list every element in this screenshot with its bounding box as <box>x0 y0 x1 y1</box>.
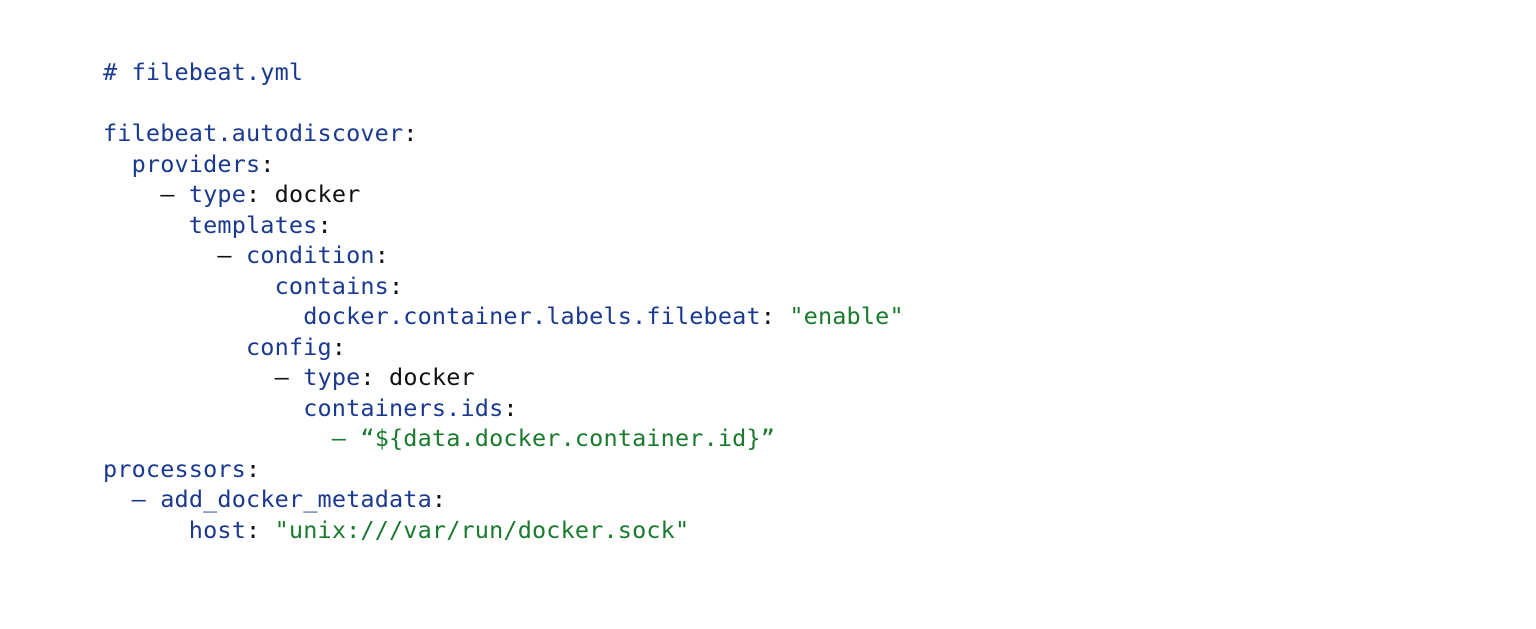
code-token-key: type <box>188 180 247 208</box>
code-token-indent <box>375 363 389 391</box>
code-token-indent <box>775 302 789 330</box>
code-token-indent <box>103 272 275 300</box>
code-token-indent <box>289 363 303 391</box>
yaml-code-block: # filebeat.yml filebeat.autodiscover: pr… <box>103 57 904 545</box>
code-token-indent <box>103 424 332 452</box>
code-token-punct: : <box>403 119 418 147</box>
code-token-punct: : <box>760 302 776 330</box>
code-line: templates: <box>103 210 904 241</box>
code-token-dash: – <box>160 180 175 208</box>
code-token-punct: : <box>260 149 275 178</box>
code-token-indent <box>103 516 189 544</box>
code-token-indent <box>103 302 303 330</box>
code-token-indent <box>103 363 275 391</box>
code-token-key: docker.container.labels.filebeat <box>303 302 761 330</box>
code-token-indent <box>103 150 132 178</box>
code-token-key: templates <box>188 210 318 239</box>
code-line: config: <box>103 332 904 363</box>
code-token-punct: : <box>331 332 347 361</box>
code-line: host: "unix:///var/run/docker.sock" <box>103 515 904 546</box>
code-token-punct: : <box>503 393 518 422</box>
code-line: containers.ids: <box>103 393 904 424</box>
code-line: – type: docker <box>103 179 904 210</box>
code-token-key: filebeat.autodiscover <box>103 119 404 147</box>
code-token-string: “${data.docker.container.id}” <box>360 424 776 452</box>
code-token-dash: – <box>274 363 289 391</box>
code-token-indent <box>103 180 160 208</box>
code-line: providers: <box>103 149 904 180</box>
code-token-indent <box>260 516 274 544</box>
code-token-indent <box>103 485 132 513</box>
code-line: contains: <box>103 271 904 302</box>
code-token-dash-blue: – <box>131 485 146 513</box>
code-token-indent <box>103 241 217 269</box>
code-token-punct: : <box>374 241 390 269</box>
code-token-punct: : <box>246 515 261 544</box>
code-token-indent <box>346 424 360 452</box>
code-token-string: "unix:///var/run/docker.sock" <box>274 515 690 544</box>
code-token-indent <box>232 241 246 269</box>
code-token-key: type <box>303 363 361 391</box>
code-token-punct: : <box>246 180 261 208</box>
code-line: docker.container.labels.filebeat: "enabl… <box>103 301 904 332</box>
code-token-indent <box>146 485 160 513</box>
code-token-indent <box>260 180 274 208</box>
code-token-indent <box>103 333 246 361</box>
code-token-dash: – <box>217 241 232 269</box>
code-token-key: contains <box>274 271 389 300</box>
code-token-plain: docker <box>274 180 361 208</box>
code-line: – “${data.docker.container.id}” <box>103 423 904 454</box>
code-line: processors: <box>103 454 904 485</box>
code-token-key: containers.ids <box>303 393 504 422</box>
code-token-punct: : <box>431 485 447 513</box>
code-token-punct: : <box>317 210 332 239</box>
code-token-punct: : <box>360 363 375 391</box>
code-token-key: host <box>188 515 246 544</box>
code-token-key: condition <box>246 241 375 269</box>
code-token-key: processors <box>103 454 246 483</box>
code-line: – type: docker <box>103 362 904 393</box>
code-line: # filebeat.yml <box>103 57 904 88</box>
code-token-punct: : <box>388 271 404 300</box>
code-token-comment: # filebeat.yml <box>103 58 304 86</box>
code-token-key: config <box>245 332 332 361</box>
code-line: – condition: <box>103 240 904 271</box>
code-token-indent <box>103 394 303 422</box>
code-token-string: "enable" <box>789 302 904 330</box>
code-token-punct: : <box>245 454 261 483</box>
code-token-plain: docker <box>389 363 475 391</box>
code-line: filebeat.autodiscover: <box>103 118 904 149</box>
code-token-key: add_docker_metadata <box>160 485 432 513</box>
code-line: – add_docker_metadata: <box>103 484 904 515</box>
code-token-indent <box>103 211 189 239</box>
code-token-dash-green: – <box>331 424 347 452</box>
code-token-indent <box>175 180 189 208</box>
code-token-key: providers <box>131 149 261 178</box>
